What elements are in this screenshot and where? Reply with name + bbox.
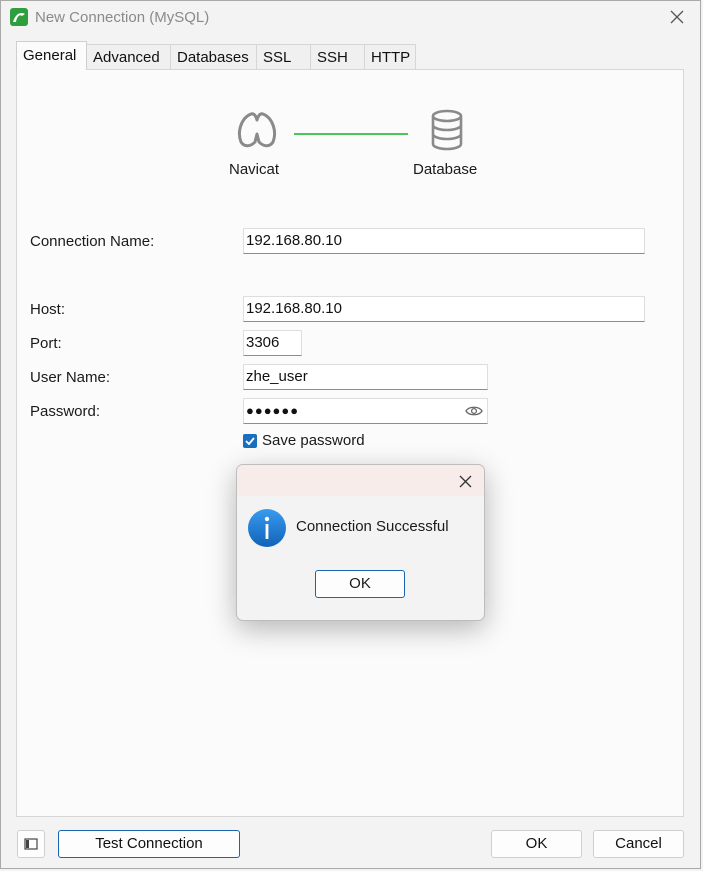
close-icon	[670, 10, 684, 24]
test-connection-button[interactable]: Test Connection	[58, 830, 240, 858]
connection-line	[294, 133, 408, 135]
database-icon	[431, 109, 463, 151]
host-label: Host:	[30, 301, 66, 318]
sidebar-toggle-button[interactable]	[17, 830, 45, 858]
connection-window: New Connection (MySQL) General Advanced …	[0, 0, 701, 869]
connection-name-input[interactable]: 192.168.80.10	[243, 228, 645, 254]
tab-advanced[interactable]: Advanced	[86, 44, 171, 70]
close-icon	[459, 475, 472, 488]
port-label: Port:	[30, 335, 62, 352]
bottom-bar: Test Connection OK Cancel	[1, 827, 702, 861]
window-close-button[interactable]	[666, 6, 688, 28]
show-password-eye-icon[interactable]	[465, 405, 483, 417]
connection-name-label: Connection Name:	[30, 233, 155, 250]
general-panel: Navicat Database Connection Name: 192.16…	[16, 69, 684, 817]
navicat-logo-icon	[237, 112, 277, 148]
port-input[interactable]: 3306	[243, 330, 302, 356]
tab-ssh[interactable]: SSH	[310, 44, 365, 70]
save-password-checkbox[interactable]	[243, 434, 257, 448]
dialog-message: Connection Successful	[296, 518, 449, 535]
user-name-input[interactable]: zhe_user	[243, 364, 488, 390]
password-mask: ●●●●●●	[246, 403, 300, 418]
checkmark-icon	[245, 437, 255, 446]
password-label: Password:	[30, 403, 101, 420]
user-name-label: User Name:	[30, 369, 111, 386]
title-bar: New Connection (MySQL)	[1, 1, 702, 35]
info-icon	[248, 509, 286, 547]
host-input[interactable]: 192.168.80.10	[243, 296, 645, 322]
tab-general[interactable]: General	[16, 41, 87, 70]
save-password-label: Save password	[262, 432, 365, 449]
tab-databases[interactable]: Databases	[170, 44, 257, 70]
window-title: New Connection (MySQL)	[35, 9, 210, 26]
tab-http[interactable]: HTTP	[364, 44, 416, 70]
dialog-ok-button[interactable]: OK	[315, 570, 405, 598]
connection-success-dialog: Connection Successful OK	[236, 464, 485, 621]
dialog-close-button[interactable]	[459, 469, 472, 493]
password-input[interactable]: ●●●●●●	[243, 398, 488, 424]
panel-toggle-icon	[24, 838, 38, 850]
cancel-button[interactable]: Cancel	[593, 830, 684, 858]
database-label: Database	[413, 161, 478, 178]
ok-button[interactable]: OK	[491, 830, 582, 858]
tab-ssl[interactable]: SSL	[256, 44, 311, 70]
navicat-app-icon	[10, 8, 28, 26]
dialog-title-bar	[237, 465, 484, 496]
navicat-label: Navicat	[229, 161, 280, 178]
